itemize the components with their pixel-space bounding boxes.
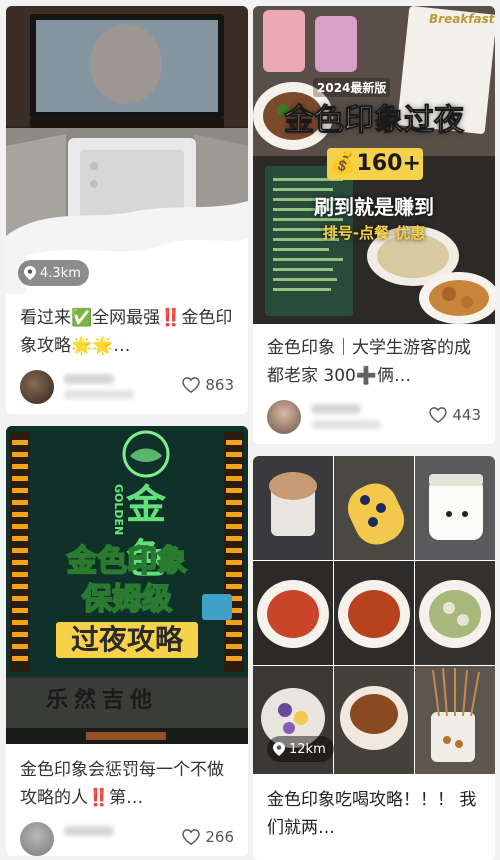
like-count: 443 bbox=[452, 406, 481, 424]
note-title[interactable]: 金色印象吃喝攻略！！！ 我们就两… bbox=[267, 786, 481, 842]
note-meta: 266 bbox=[20, 822, 234, 856]
location-badge: 4.3km bbox=[18, 260, 89, 286]
overlay-line-3: 过夜攻略 bbox=[56, 622, 198, 658]
location-distance: 4.3km bbox=[40, 265, 81, 281]
overlay-line-2: 排号-点餐-优惠 bbox=[322, 224, 426, 242]
like-button[interactable]: 443 bbox=[429, 406, 481, 424]
note-card[interactable]: 2024最新版 Breakfast 金色印象过夜 💰160+ 刷到就是赚到 排号… bbox=[253, 6, 495, 444]
heart-icon bbox=[429, 407, 448, 423]
sign-vertical-text: GOLDEN bbox=[112, 484, 125, 536]
author-avatar[interactable] bbox=[267, 400, 301, 434]
post-date-blurred bbox=[311, 420, 381, 429]
note-title[interactable]: 看过来✅全网最强‼️金色印象攻略🌟🌟… bbox=[20, 304, 234, 360]
shop-sign-text: 乐然吉他 bbox=[46, 688, 159, 713]
cinema-room-photo bbox=[6, 6, 248, 294]
location-distance: 12km bbox=[289, 741, 326, 757]
overlay-line-2: 保姆级 bbox=[81, 581, 173, 618]
heart-icon bbox=[182, 377, 201, 393]
svg-text:金: 金 bbox=[125, 482, 167, 528]
author-name-blurred bbox=[64, 826, 114, 836]
menu-banner-text: Breakfast bbox=[429, 12, 495, 26]
overlay-headline: 金色印象过夜 bbox=[284, 103, 465, 139]
overlay-line-1: 刷到就是赚到 bbox=[314, 195, 434, 219]
note-cover-image[interactable]: 金 色 GOLDEN 金色印象 保姆级 过夜攻略 乐然吉他 bbox=[6, 426, 248, 744]
note-card[interactable]: 4.3km 看过来✅全网最强‼️金色印象攻略🌟🌟… 863 bbox=[6, 6, 248, 414]
like-button[interactable]: 266 bbox=[182, 828, 234, 846]
author-avatar[interactable] bbox=[20, 822, 54, 856]
like-button[interactable]: 863 bbox=[182, 376, 234, 394]
note-cover-image[interactable]: 12km bbox=[253, 456, 495, 774]
note-meta: 863 bbox=[20, 370, 234, 404]
note-feed: 4.3km 看过来✅全网最强‼️金色印象攻略🌟🌟… 863 金 色 GOLDEN… bbox=[0, 0, 500, 860]
location-badge: 12km bbox=[267, 736, 334, 762]
location-pin-icon bbox=[24, 266, 36, 280]
note-title[interactable]: 金色印象｜大学生游客的成都老家 300➕俩… bbox=[267, 334, 481, 390]
overlay-badge: 2024最新版 bbox=[313, 78, 391, 97]
like-count: 863 bbox=[205, 376, 234, 394]
author-name-blurred bbox=[64, 374, 114, 384]
post-date-blurred bbox=[64, 390, 134, 399]
note-card[interactable]: 12km 金色印象吃喝攻略！！！ 我们就两… bbox=[253, 456, 495, 860]
note-cover-image[interactable]: 2024最新版 Breakfast 金色印象过夜 💰160+ 刷到就是赚到 排号… bbox=[253, 6, 495, 324]
note-title[interactable]: 金色印象会惩罚每一个不做攻略的人‼️第… bbox=[20, 756, 234, 812]
like-count: 266 bbox=[205, 828, 234, 846]
overlay-price: 💰160+ bbox=[327, 148, 423, 180]
note-meta: 443 bbox=[267, 400, 481, 434]
location-pin-icon bbox=[273, 742, 285, 756]
author-name-blurred bbox=[311, 404, 361, 414]
note-card[interactable]: 金 色 GOLDEN 金色印象 保姆级 过夜攻略 乐然吉他 金色印象会惩罚每一个… bbox=[6, 426, 248, 856]
food-grid-photo bbox=[253, 456, 495, 774]
overlay-line-1: 金色印象 bbox=[66, 543, 188, 580]
author-avatar[interactable] bbox=[20, 370, 54, 404]
note-cover-image[interactable]: 4.3km bbox=[6, 6, 248, 294]
heart-icon bbox=[182, 829, 201, 845]
